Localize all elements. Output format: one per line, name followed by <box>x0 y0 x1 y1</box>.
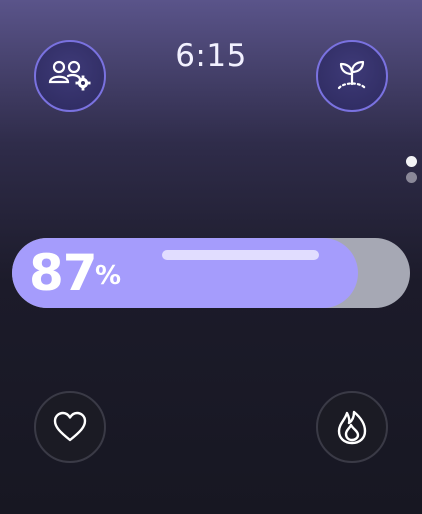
sprout-icon <box>337 60 367 90</box>
heart-icon <box>53 411 87 442</box>
eco-mode-button[interactable] <box>316 40 388 112</box>
page-dot[interactable] <box>406 172 417 183</box>
favorite-button[interactable] <box>34 391 106 463</box>
flame-icon <box>337 410 367 445</box>
page-indicator <box>406 156 417 188</box>
level-unit: % <box>95 261 122 291</box>
page-dot-active[interactable] <box>406 156 417 167</box>
level-value: 87 <box>29 244 98 302</box>
level-slider-handle[interactable] <box>162 250 319 260</box>
level-slider[interactable]: 87 % <box>12 238 410 308</box>
heat-mode-button[interactable] <box>316 391 388 463</box>
